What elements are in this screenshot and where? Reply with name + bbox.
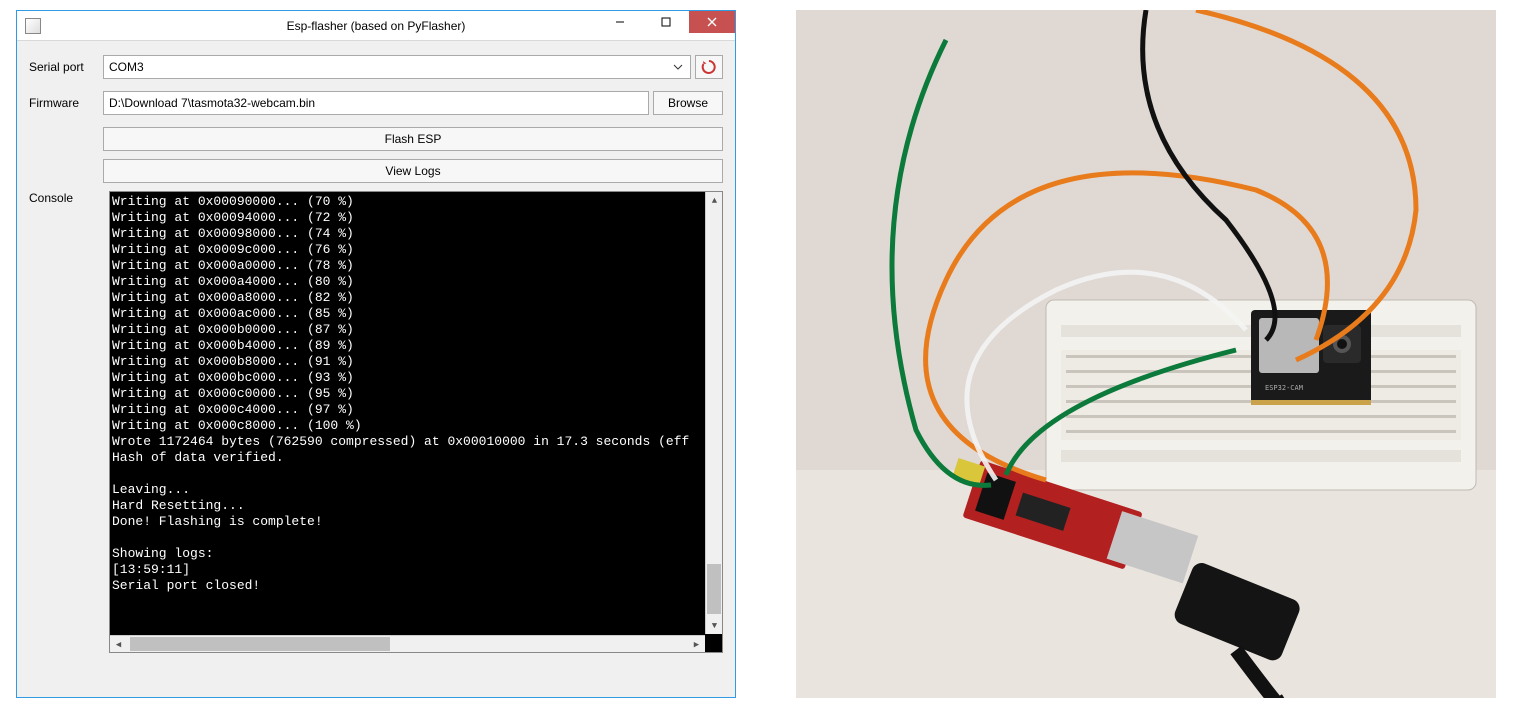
- maximize-button[interactable]: [643, 11, 689, 33]
- window-controls: [597, 11, 735, 33]
- minimize-button[interactable]: [597, 11, 643, 33]
- scroll-left-icon[interactable]: ◀: [110, 636, 127, 653]
- hardware-photo: ESP32-CAM: [796, 10, 1496, 698]
- close-button[interactable]: [689, 11, 735, 33]
- horizontal-scrollbar[interactable]: ◀ ▶: [110, 635, 705, 652]
- titlebar: Esp-flasher (based on PyFlasher): [17, 11, 735, 41]
- scroll-right-icon[interactable]: ▶: [688, 636, 705, 653]
- vscroll-thumb[interactable]: [707, 564, 721, 614]
- reload-ports-button[interactable]: [695, 55, 723, 79]
- reload-icon: [701, 59, 717, 75]
- esp-flasher-window: Esp-flasher (based on PyFlasher) Serial …: [16, 10, 736, 698]
- firmware-path-value: D:\Download 7\tasmota32-webcam.bin: [109, 96, 315, 110]
- scroll-up-icon[interactable]: ▲: [706, 192, 723, 209]
- flash-esp-button[interactable]: Flash ESP: [103, 127, 723, 151]
- view-logs-button[interactable]: View Logs: [103, 159, 723, 183]
- console-output[interactable]: Writing at 0x00090000... (70 %) Writing …: [109, 191, 723, 653]
- scroll-down-icon[interactable]: ▼: [706, 617, 723, 634]
- firmware-path-input[interactable]: D:\Download 7\tasmota32-webcam.bin: [103, 91, 649, 115]
- serial-port-value: COM3: [109, 60, 144, 74]
- console-label: Console: [29, 191, 103, 653]
- serial-port-select[interactable]: COM3: [103, 55, 691, 79]
- app-icon: [25, 18, 41, 34]
- browse-button[interactable]: Browse: [653, 91, 723, 115]
- vertical-scrollbar[interactable]: ▲ ▼: [705, 192, 722, 634]
- console-text: Writing at 0x00090000... (70 %) Writing …: [112, 194, 704, 634]
- hscroll-thumb[interactable]: [130, 637, 390, 651]
- svg-text:ESP32-CAM: ESP32-CAM: [1265, 384, 1303, 392]
- window-content: Serial port COM3 Firmware: [17, 41, 735, 697]
- firmware-label: Firmware: [29, 96, 103, 110]
- serial-port-label: Serial port: [29, 60, 103, 74]
- chevron-down-icon: [670, 59, 686, 75]
